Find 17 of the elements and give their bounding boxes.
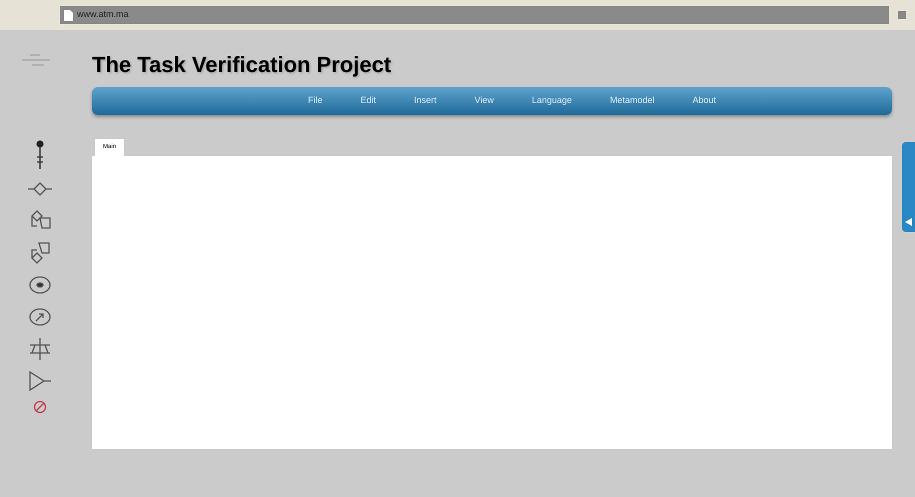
menu-item[interactable]: File [308, 94, 322, 108]
triangle-icon[interactable] [27, 368, 53, 394]
menu-item[interactable]: Language [532, 94, 572, 108]
forbidden-icon[interactable] [33, 400, 47, 414]
menu-item[interactable]: Metamodel [610, 94, 654, 108]
address-bar[interactable]: www.atm.ma [60, 6, 889, 24]
triangle-icon [905, 218, 912, 226]
menu-item[interactable]: View [474, 94, 494, 108]
page-title: The Task Verification Project [92, 51, 392, 79]
cross-icon[interactable] [27, 336, 53, 362]
side-panel-tab[interactable] [902, 142, 915, 232]
lollipop-icon[interactable] [35, 140, 45, 170]
page-icon [64, 10, 73, 20]
menu-item[interactable]: Insert [414, 94, 437, 108]
menu-item[interactable]: Edit [360, 94, 376, 108]
menu-item[interactable]: About [692, 94, 716, 108]
url-text: www.atm.ma [77, 8, 129, 22]
